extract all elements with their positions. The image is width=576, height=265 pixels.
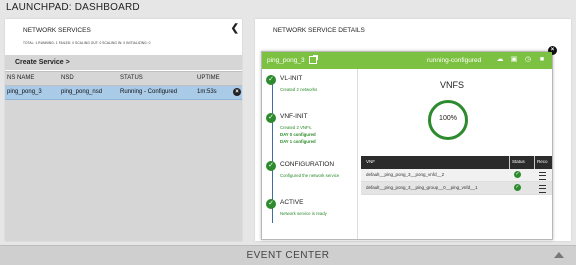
- cloud-icon[interactable]: ☁: [496, 56, 504, 64]
- check-icon: ✓: [266, 199, 276, 209]
- progress-ring: 100%: [428, 100, 468, 140]
- panel-title: NETWORK SERVICES: [23, 27, 91, 34]
- step-detail: Created 2 VNFs.: [280, 125, 313, 130]
- check-icon: ✓: [514, 171, 521, 178]
- col-nsd[interactable]: NSD: [61, 75, 74, 81]
- service-details-panel: NETWORK SERVICE DETAILS × ping_pong_3 ru…: [255, 19, 571, 241]
- service-card: × ping_pong_3 running-configured ☁ ▣ ◷ ■…: [261, 46, 557, 240]
- card-header-bar: ping_pong_3 running-configured ☁ ▣ ◷ ■: [262, 52, 552, 69]
- monitor-icon[interactable]: ▣: [510, 56, 518, 64]
- menu-icon[interactable]: [539, 185, 546, 193]
- event-center-title: EVENT CENTER: [246, 250, 330, 261]
- table-row[interactable]: ping_pong_3 ping_pong_nsd Running - Conf…: [5, 86, 242, 100]
- event-center-bar[interactable]: EVENT CENTER: [0, 245, 576, 265]
- step-title: ACTIVE: [280, 199, 304, 206]
- col-vnf[interactable]: VNF: [366, 159, 375, 164]
- menu-icon[interactable]: [539, 172, 546, 180]
- column-divider: [509, 156, 510, 169]
- col-records[interactable]: Reco: [537, 159, 548, 164]
- clock-icon[interactable]: ◷: [524, 56, 532, 64]
- lifecycle-steps: ✓ VL-INIT Created 2 networks ✓ VNF-INIT …: [262, 69, 358, 239]
- external-link-icon[interactable]: [309, 55, 318, 64]
- table-row[interactable]: default__ping_pong_3__pong_vnfd__2 ✓: [361, 169, 552, 182]
- uptime-cell: 1m:53s: [197, 89, 217, 95]
- create-service-link[interactable]: Create Service >: [15, 59, 70, 66]
- step-detail: Network service is ready: [280, 211, 327, 216]
- stop-icon[interactable]: ■: [538, 56, 546, 64]
- page-title: LAUNCHPAD: DASHBOARD: [6, 2, 140, 13]
- vnf-name-cell: default__ping_pong_3__pong_vnfd__2: [366, 172, 445, 177]
- step-title: CONFIGURATION: [280, 161, 335, 168]
- vnf-name-cell: default__ping_pong_3__ping_group__0__pin…: [366, 185, 478, 190]
- ns-table: NS NAME NSD STATUS UPTIME ping_pong_3 pi…: [5, 71, 242, 241]
- check-icon: ✓: [266, 113, 276, 123]
- progress-percent: 100%: [439, 115, 457, 122]
- table-header: NS NAME NSD STATUS UPTIME: [5, 71, 242, 86]
- step-detail: DAY 1 configured: [280, 139, 316, 144]
- step-detail: Created 2 networks: [280, 87, 318, 92]
- check-icon: ✓: [266, 75, 276, 85]
- nsd-cell: ping_pong_nsd: [61, 89, 103, 95]
- network-services-panel: NETWORK SERVICES ❮ TOTAL: 1 RUNNING: 1 F…: [5, 19, 242, 241]
- col-ns-name[interactable]: NS NAME: [7, 75, 34, 81]
- service-name[interactable]: ping_pong_3: [267, 57, 305, 64]
- check-icon: ✓: [266, 161, 276, 171]
- service-state: running-configured: [427, 57, 482, 64]
- step-detail: Configured the network service: [280, 173, 340, 178]
- table-row[interactable]: default__ping_pong_3__ping_group__0__pin…: [361, 182, 552, 195]
- check-icon: ✓: [514, 184, 521, 191]
- vnf-table: VNF Status Reco default__ping_pong_3__po…: [361, 156, 552, 195]
- status-cell: Running - Configured: [120, 89, 178, 95]
- step-title: VL-INIT: [280, 75, 303, 82]
- column-divider: [534, 156, 535, 169]
- col-status[interactable]: Status: [512, 159, 525, 164]
- panel-title: NETWORK SERVICE DETAILS: [273, 27, 365, 34]
- step-detail: DAY 0 configured: [280, 132, 316, 137]
- ns-name-cell: ping_pong_3: [7, 89, 42, 95]
- chevron-left-icon[interactable]: ❮: [231, 24, 239, 34]
- vnf-table-header: VNF Status Reco: [361, 156, 552, 169]
- col-uptime[interactable]: UPTIME: [197, 75, 220, 81]
- vnfs-title: VNFS: [440, 80, 465, 90]
- step-title: VNF-INIT: [280, 113, 308, 120]
- status-counters: TOTAL: 1 RUNNING: 1 FAILED: 0 SCALING OU…: [23, 41, 151, 45]
- close-icon[interactable]: ×: [233, 88, 241, 96]
- top-bar: LAUNCHPAD: DASHBOARD: [0, 0, 576, 16]
- expand-up-icon[interactable]: [554, 252, 564, 258]
- col-status[interactable]: STATUS: [120, 75, 143, 81]
